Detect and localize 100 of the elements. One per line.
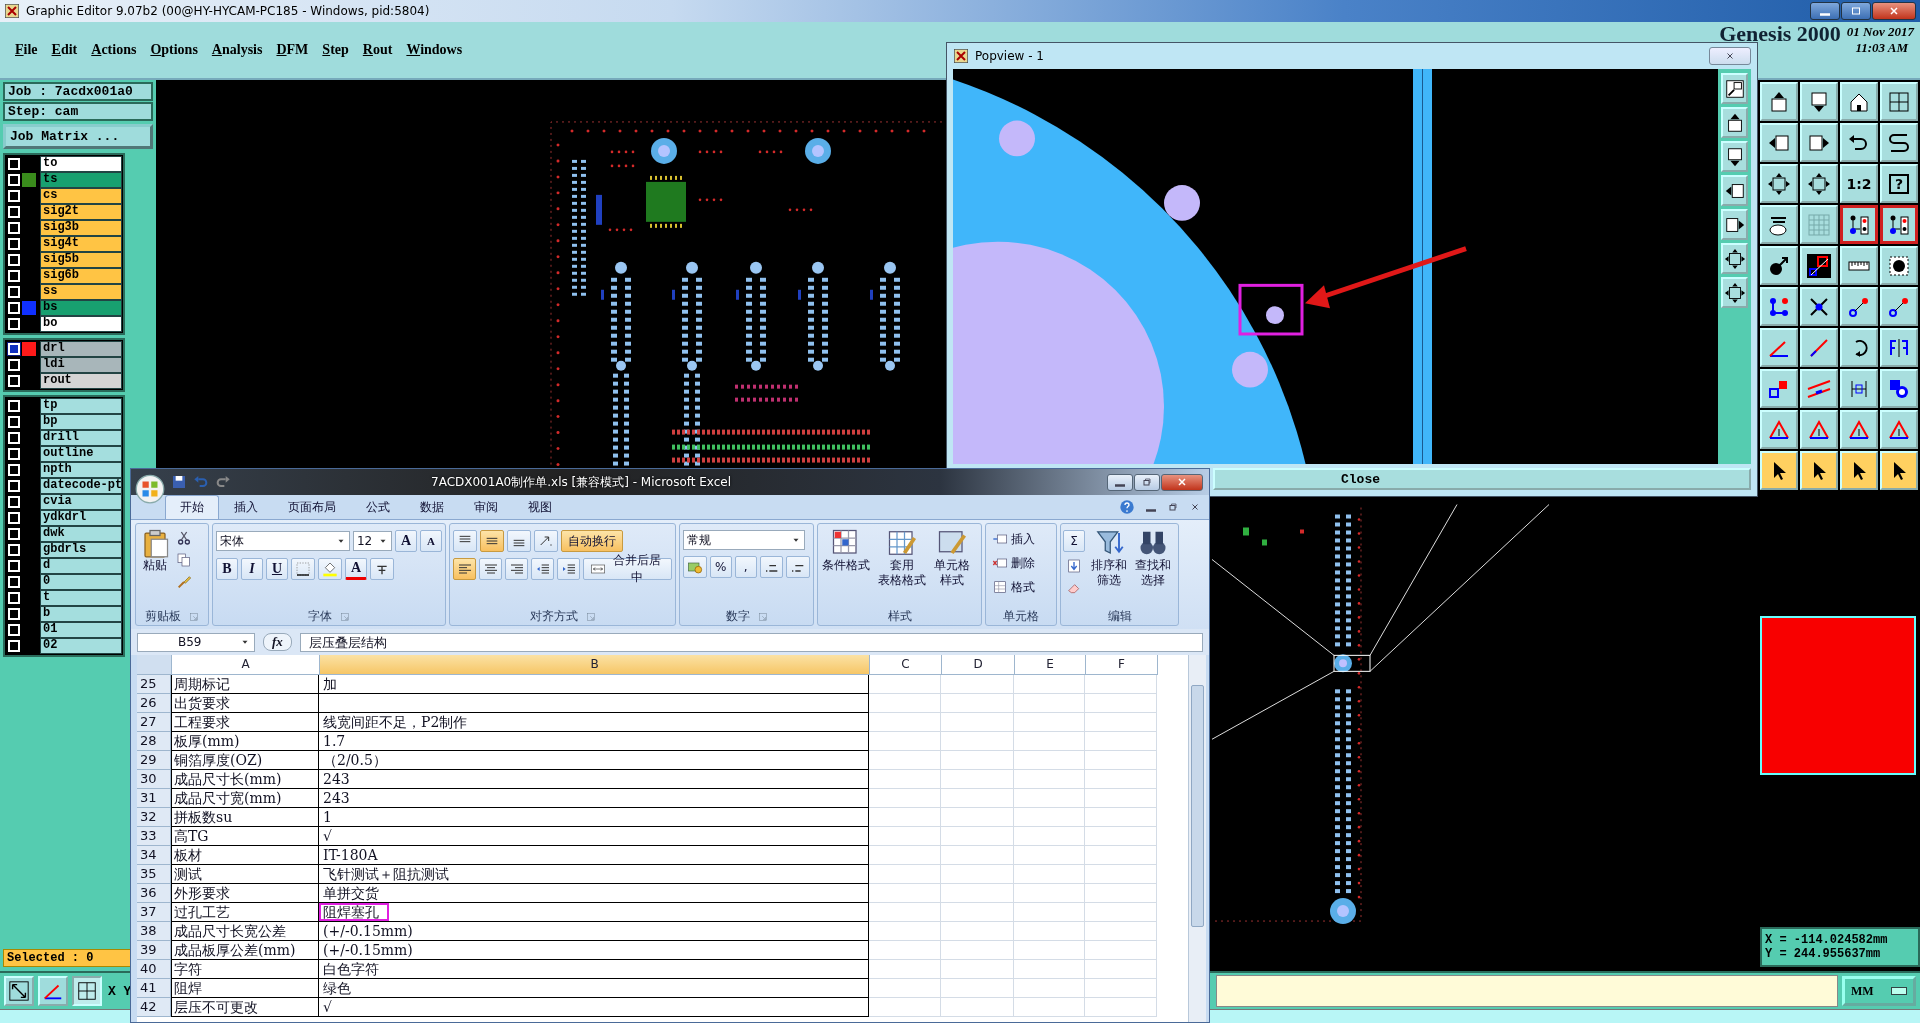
- outdent-button[interactable]: [531, 558, 555, 580]
- orientation-button[interactable]: [534, 530, 558, 552]
- layer-checkbox[interactable]: [8, 528, 20, 540]
- scrollbar-thumb[interactable]: [1191, 685, 1204, 927]
- paste-button[interactable]: 粘贴: [138, 526, 172, 575]
- comma-button[interactable]: ,: [734, 556, 757, 578]
- row-header[interactable]: 34: [137, 846, 171, 865]
- menu-item[interactable]: Actions: [84, 39, 144, 61]
- tool-button[interactable]: [1840, 205, 1878, 244]
- italic-button[interactable]: I: [241, 558, 263, 580]
- ribbon-tab[interactable]: 开始: [165, 495, 219, 519]
- decrease-decimal-button[interactable]: [786, 556, 810, 578]
- layer-name[interactable]: 01: [40, 622, 122, 638]
- fill-color-button[interactable]: [318, 558, 342, 580]
- zoomed-view[interactable]: [953, 69, 1718, 464]
- maximize-button[interactable]: [1841, 2, 1871, 20]
- vertical-align-button[interactable]: [480, 530, 504, 552]
- ribbon-tab[interactable]: 页面布局: [273, 495, 351, 519]
- horizontal-align-button[interactable]: [453, 558, 477, 580]
- layer-checkbox[interactable]: [8, 286, 20, 298]
- minimize-icon[interactable]: [1145, 509, 1157, 512]
- close-button[interactable]: Close: [1213, 468, 1751, 490]
- grow-font-button[interactable]: A: [395, 530, 417, 552]
- layer-name[interactable]: bs: [40, 300, 122, 316]
- menu-item[interactable]: Edit: [44, 39, 85, 61]
- ribbon-tab[interactable]: 插入: [219, 495, 273, 519]
- job-matrix-button[interactable]: Job Matrix ...: [3, 124, 153, 149]
- phonetic-button[interactable]: [370, 558, 394, 580]
- layer-name[interactable]: outline: [40, 446, 122, 462]
- layer-name[interactable]: ydkdrl: [40, 510, 122, 526]
- editing-button[interactable]: 查找和 选择: [1133, 526, 1173, 590]
- column-header[interactable]: D: [942, 655, 1015, 675]
- menu-item[interactable]: File: [8, 39, 45, 61]
- cell-command-button[interactable]: 格式: [988, 576, 1054, 598]
- help-icon[interactable]: [1119, 499, 1135, 515]
- layer-name[interactable]: to: [40, 156, 122, 172]
- editing-button[interactable]: 排序和 筛选: [1089, 526, 1129, 590]
- row-header[interactable]: 40: [137, 960, 171, 979]
- row-header[interactable]: 39: [137, 941, 171, 960]
- layer-checkbox[interactable]: [8, 560, 20, 572]
- overview-preview[interactable]: [1760, 616, 1916, 775]
- menu-item[interactable]: Analysis: [204, 39, 270, 61]
- layer-name[interactable]: 02: [40, 638, 122, 654]
- save-icon[interactable]: [171, 474, 187, 490]
- row-header[interactable]: 42: [137, 998, 171, 1017]
- layer-checkbox[interactable]: [8, 544, 20, 556]
- layer-name[interactable]: cs: [40, 188, 122, 204]
- percent-button[interactable]: %: [709, 556, 732, 578]
- vertical-align-button[interactable]: [453, 530, 477, 552]
- layer-name[interactable]: datecode-pt: [40, 478, 122, 494]
- layer-checkbox[interactable]: [8, 254, 20, 266]
- layer-checkbox[interactable]: [8, 608, 20, 620]
- layer-name[interactable]: cvia: [40, 494, 122, 510]
- layer-checkbox[interactable]: [8, 448, 20, 460]
- layer-checkbox[interactable]: [8, 432, 20, 444]
- indent-button[interactable]: [557, 558, 581, 580]
- layer-name[interactable]: bp: [40, 414, 122, 430]
- layer-name[interactable]: b: [40, 606, 122, 622]
- layer-name[interactable]: ss: [40, 284, 122, 300]
- number-format-field[interactable]: 常规: [683, 530, 805, 550]
- layer-checkbox[interactable]: [8, 238, 20, 250]
- bold-button[interactable]: B: [216, 558, 238, 580]
- layer-checkbox[interactable]: [8, 512, 20, 524]
- menu-item[interactable]: Windows: [399, 39, 470, 61]
- close-button[interactable]: [1872, 2, 1916, 20]
- row-header[interactable]: 30: [137, 770, 171, 789]
- layer-name[interactable]: gbdrls: [40, 542, 122, 558]
- layer-name[interactable]: sig3b: [40, 220, 122, 236]
- layer-checkbox[interactable]: [8, 464, 20, 476]
- insert-function-button[interactable]: fx: [263, 633, 292, 651]
- copy-icon[interactable]: [176, 552, 192, 568]
- layer-name[interactable]: npth: [40, 462, 122, 478]
- redo-icon[interactable]: [215, 474, 231, 490]
- layer-checkbox[interactable]: [8, 190, 20, 202]
- layer-checkbox[interactable]: [8, 496, 20, 508]
- layer-checkbox[interactable]: [8, 624, 20, 636]
- menu-item[interactable]: DFM: [269, 39, 316, 61]
- layer-name[interactable]: rout: [40, 373, 122, 389]
- row-header[interactable]: 32: [137, 808, 171, 827]
- help-button[interactable]: ?: [1880, 164, 1918, 203]
- formula-field[interactable]: 层压叠层结构: [299, 632, 1203, 652]
- row-header[interactable]: 26: [137, 694, 171, 713]
- layer-checkbox[interactable]: [8, 359, 20, 371]
- close-button[interactable]: [1161, 473, 1203, 491]
- column-header[interactable]: F: [1086, 655, 1158, 675]
- ribbon-tab[interactable]: 数据: [405, 495, 459, 519]
- name-box[interactable]: B59: [137, 632, 255, 652]
- layer-name[interactable]: t: [40, 590, 122, 606]
- units-dropdown[interactable]: MM: [1842, 976, 1916, 1006]
- minimize-button[interactable]: [1810, 2, 1840, 20]
- layer-checkbox[interactable]: [8, 400, 20, 412]
- vertical-align-button[interactable]: [507, 530, 531, 552]
- layer-checkbox[interactable]: [8, 592, 20, 604]
- layer-name[interactable]: d: [40, 558, 122, 574]
- row-header[interactable]: 36: [137, 884, 171, 903]
- row-header[interactable]: 31: [137, 789, 171, 808]
- zoom-ratio-button[interactable]: 1:2: [1840, 164, 1878, 203]
- column-header[interactable]: B: [320, 655, 870, 675]
- menu-item[interactable]: Rout: [355, 39, 400, 61]
- row-header[interactable]: 41: [137, 979, 171, 998]
